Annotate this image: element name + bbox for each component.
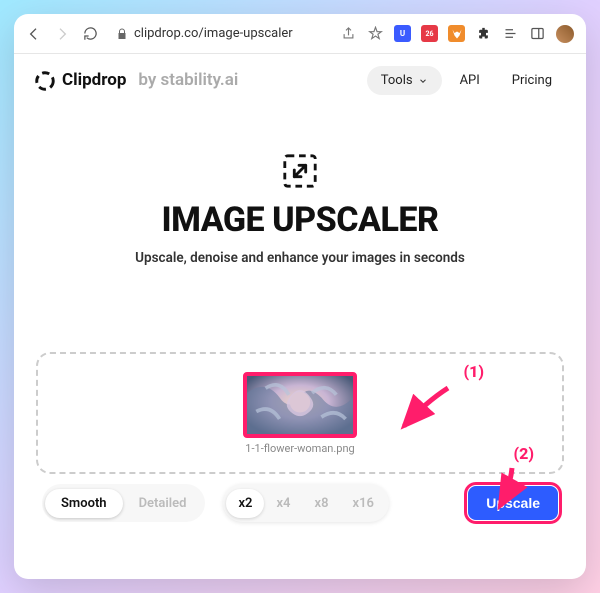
uploaded-filename: 1-1-flower-woman.png bbox=[245, 442, 354, 455]
lock-icon bbox=[116, 28, 128, 40]
thumbnail-image bbox=[247, 376, 353, 434]
api-label: API bbox=[460, 73, 480, 88]
tools-dropdown[interactable]: Tools bbox=[367, 66, 442, 95]
extensions-icon[interactable] bbox=[475, 25, 492, 42]
address-bar-icons: U 26 bbox=[340, 25, 574, 43]
scale-x16[interactable]: x16 bbox=[341, 489, 386, 518]
uploaded-thumbnail[interactable] bbox=[243, 372, 357, 438]
chevron-down-icon bbox=[418, 75, 428, 85]
panel-icon[interactable] bbox=[529, 25, 546, 42]
upscale-hero-icon bbox=[281, 152, 319, 190]
extension-icon-blue[interactable]: U bbox=[394, 25, 411, 42]
api-link[interactable]: API bbox=[446, 66, 494, 95]
annotation-1-label: (1) bbox=[464, 362, 484, 381]
scale-segmented: x2 x4 x8 x16 bbox=[223, 484, 388, 522]
app-navbar: Clipdrop by stability.ai Tools API Prici… bbox=[14, 54, 586, 106]
address-bar: clipdrop.co/image-upscaler U 26 bbox=[14, 14, 586, 54]
reload-icon[interactable] bbox=[82, 26, 98, 42]
pricing-link[interactable]: Pricing bbox=[498, 66, 566, 95]
brand-subtitle: by stability.ai bbox=[138, 70, 238, 90]
scale-x2[interactable]: x2 bbox=[226, 489, 264, 518]
scale-x4[interactable]: x4 bbox=[264, 489, 302, 518]
scale-x8[interactable]: x8 bbox=[303, 489, 341, 518]
mode-segmented: Smooth Detailed bbox=[42, 484, 205, 522]
annotation-2-label: (2) bbox=[514, 444, 534, 463]
share-icon[interactable] bbox=[340, 25, 357, 42]
page-subtitle: Upscale, denoise and enhance your images… bbox=[135, 250, 465, 266]
forward-icon[interactable] bbox=[54, 26, 70, 42]
clipdrop-logo-icon bbox=[34, 70, 54, 90]
extension-icon-red[interactable]: 26 bbox=[421, 25, 438, 42]
reading-list-icon[interactable] bbox=[502, 25, 519, 42]
mode-smooth[interactable]: Smooth bbox=[45, 489, 123, 518]
browser-window: clipdrop.co/image-upscaler U 26 Clipdrop… bbox=[14, 14, 586, 579]
star-icon[interactable] bbox=[367, 25, 384, 42]
brand-name: Clipdrop bbox=[62, 70, 126, 90]
back-icon[interactable] bbox=[26, 26, 42, 42]
extension-icon-fox[interactable] bbox=[448, 25, 465, 42]
controls-row: Smooth Detailed x2 x4 x8 x16 Upscale bbox=[36, 480, 564, 526]
url-box[interactable]: clipdrop.co/image-upscaler bbox=[116, 26, 293, 41]
url-text: clipdrop.co/image-upscaler bbox=[134, 26, 293, 41]
pricing-label: Pricing bbox=[512, 73, 552, 88]
dropzone[interactable]: 1-1-flower-woman.png bbox=[36, 352, 564, 474]
annotation-2-arrow-icon bbox=[490, 466, 524, 516]
profile-avatar[interactable] bbox=[556, 25, 574, 43]
page-title: IMAGE UPSCALER bbox=[162, 200, 439, 240]
annotation-1-arrow-icon bbox=[396, 384, 456, 438]
tools-label: Tools bbox=[381, 73, 413, 88]
mode-detailed[interactable]: Detailed bbox=[123, 489, 203, 518]
